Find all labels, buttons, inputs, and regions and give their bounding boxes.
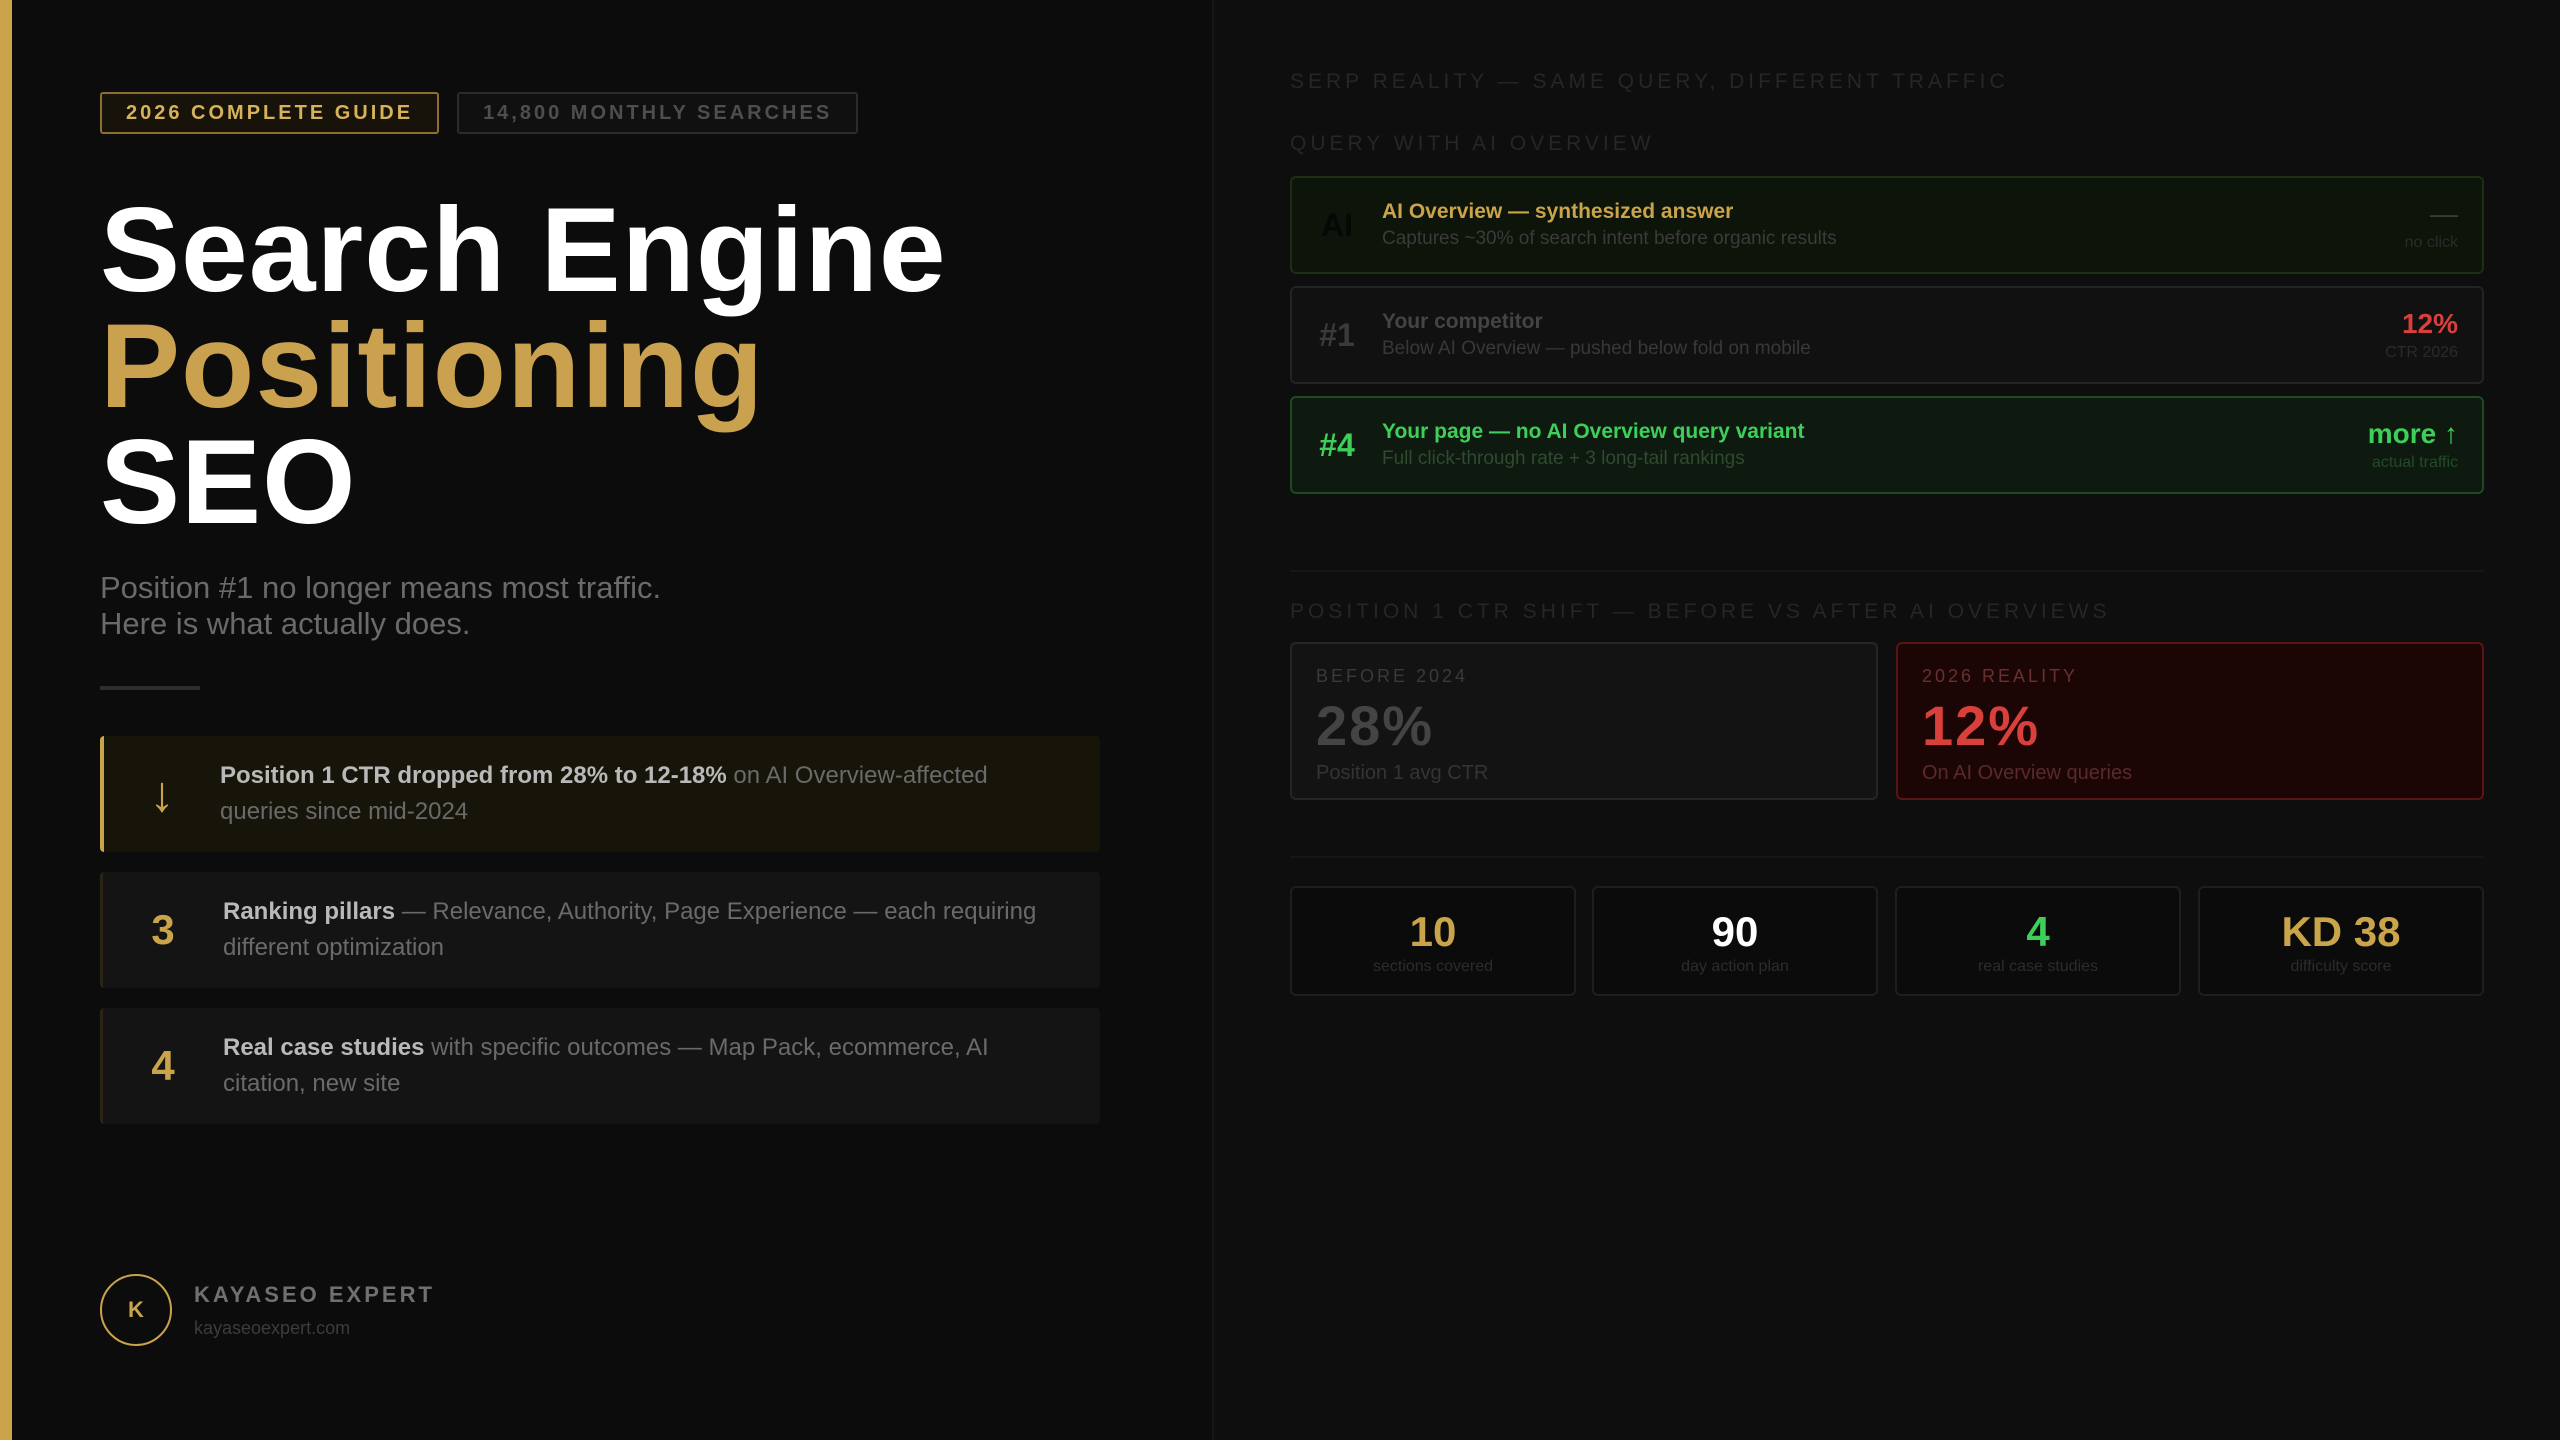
fact-bold: Ranking pillars	[223, 898, 396, 925]
stat-label: sections covered	[1372, 958, 1494, 975]
fact-text: Position 1 CTR dropped from 28% to 12-18…	[220, 758, 1100, 830]
stat-sections: 10 sections covered	[1290, 886, 1576, 996]
serp-row-ai-overview: AI AI Overview — synthesized answer Capt…	[1290, 176, 2484, 274]
title-line-3: SEO	[100, 415, 357, 549]
page-title: Search Engine Positioning SEO	[100, 183, 947, 549]
stat-action-plan: 90 day action plan	[1592, 886, 1878, 996]
guide-tag: 2026 COMPLETE GUIDE	[100, 92, 440, 134]
serp-title: Your competitor	[1382, 310, 1543, 333]
brand-footer: K KAYASEO EXPERT kayaseoexpert.com	[100, 1274, 435, 1346]
ctr-note: On AI Overview queries	[1922, 762, 2133, 784]
stat-difficulty: KD 38 difficulty score	[2198, 886, 2484, 996]
stat-value: 4	[2026, 908, 2050, 955]
ctr-after-card: 2026 REALITY 12% On AI Overview queries	[1896, 642, 2484, 800]
serp-position: #1	[1319, 316, 1355, 353]
fact-number: 3	[151, 906, 175, 953]
title-line-1: Search Engine	[100, 183, 947, 317]
serp-sub: no click	[2404, 234, 2458, 251]
ctr-value: 12%	[1922, 694, 2041, 757]
section-divider	[1290, 570, 2484, 572]
query-label: QUERY WITH AI OVERVIEW	[1290, 132, 1655, 155]
serp-desc: Below AI Overview — pushed below fold on…	[1382, 338, 1811, 359]
searches-tag: 14,800 MONTHLY SEARCHES	[457, 92, 859, 134]
stat-value: 10	[1409, 908, 1457, 955]
ctr-before-card: BEFORE 2024 28% Position 1 avg CTR	[1290, 642, 1878, 800]
serp-desc: Full click-through rate + 3 long-tail ra…	[1382, 448, 1745, 469]
fact-card-ctr: ↓ Position 1 CTR dropped from 28% to 12-…	[100, 736, 1100, 852]
stat-label: real case studies	[1977, 958, 2099, 975]
stat-value: 90	[1711, 908, 1759, 955]
accent-bar	[0, 0, 12, 1440]
ctr-value: 28%	[1316, 694, 1435, 757]
fact-bold: Position 1 CTR dropped from 28% to 12-18…	[220, 762, 727, 789]
subtitle-line-1: Position #1 no longer means most traffic…	[100, 570, 662, 605]
stat-label: day action plan	[1681, 958, 1789, 975]
fact-bold: Real case studies	[223, 1034, 425, 1061]
subtitle-line-2: Here is what actually does.	[100, 606, 471, 641]
ctr-note: Position 1 avg CTR	[1316, 762, 1489, 784]
down-arrow-icon: ↓	[149, 766, 175, 822]
brand-name: KAYASEO EXPERT	[194, 1281, 435, 1307]
subtitle: Position #1 no longer means most traffic…	[100, 570, 900, 642]
serp-position: #4	[1319, 426, 1355, 463]
serp-value: 12%	[2401, 308, 2458, 339]
ctr-label: 2026 REALITY	[1922, 666, 2079, 686]
tag-row: 2026 COMPLETE GUIDE 14,800 MONTHLY SEARC…	[100, 92, 859, 134]
serp-desc: Captures ~30% of search intent before or…	[1382, 228, 1837, 249]
stat-label: difficulty score	[2290, 958, 2392, 975]
serp-position: AI	[1321, 206, 1353, 243]
serp-section-title: SERP REALITY — SAME QUERY, DIFFERENT TRA…	[1290, 70, 2009, 93]
divider	[100, 686, 200, 690]
serp-title: Your page — no AI Overview query variant	[1382, 420, 1805, 443]
serp-row-competitor: #1 Your competitor Below AI Overview — p…	[1290, 286, 2484, 384]
serp-sub: actual traffic	[2372, 454, 2458, 471]
fact-card-pillars: 3 Ranking pillars — Relevance, Authority…	[100, 872, 1100, 988]
stat-value: KD 38	[2281, 908, 2401, 955]
fact-number: 4	[151, 1042, 175, 1089]
serp-title: AI Overview — synthesized answer	[1382, 200, 1734, 223]
fact-text: Real case studies with specific outcomes…	[223, 1030, 1100, 1102]
fact-text: Ranking pillars — Relevance, Authority, …	[223, 894, 1100, 966]
serp-row-your-page: #4 Your page — no AI Overview query vari…	[1290, 396, 2484, 494]
brand-logo: K	[100, 1274, 172, 1346]
ctr-section-title: POSITION 1 CTR SHIFT — BEFORE VS AFTER A…	[1290, 600, 2111, 623]
serp-sub: CTR 2026	[2385, 344, 2458, 361]
stat-case-studies: 4 real case studies	[1895, 886, 2181, 996]
serp-value: —	[2430, 198, 2458, 229]
title-line-2: Positioning	[100, 299, 765, 433]
fact-card-cases: 4 Real case studies with specific outcom…	[100, 1008, 1100, 1124]
brand-url[interactable]: kayaseoexpert.com	[194, 1318, 435, 1339]
section-divider	[1290, 856, 2484, 858]
serp-value: more ↑	[2367, 418, 2458, 449]
ctr-label: BEFORE 2024	[1316, 666, 1469, 686]
